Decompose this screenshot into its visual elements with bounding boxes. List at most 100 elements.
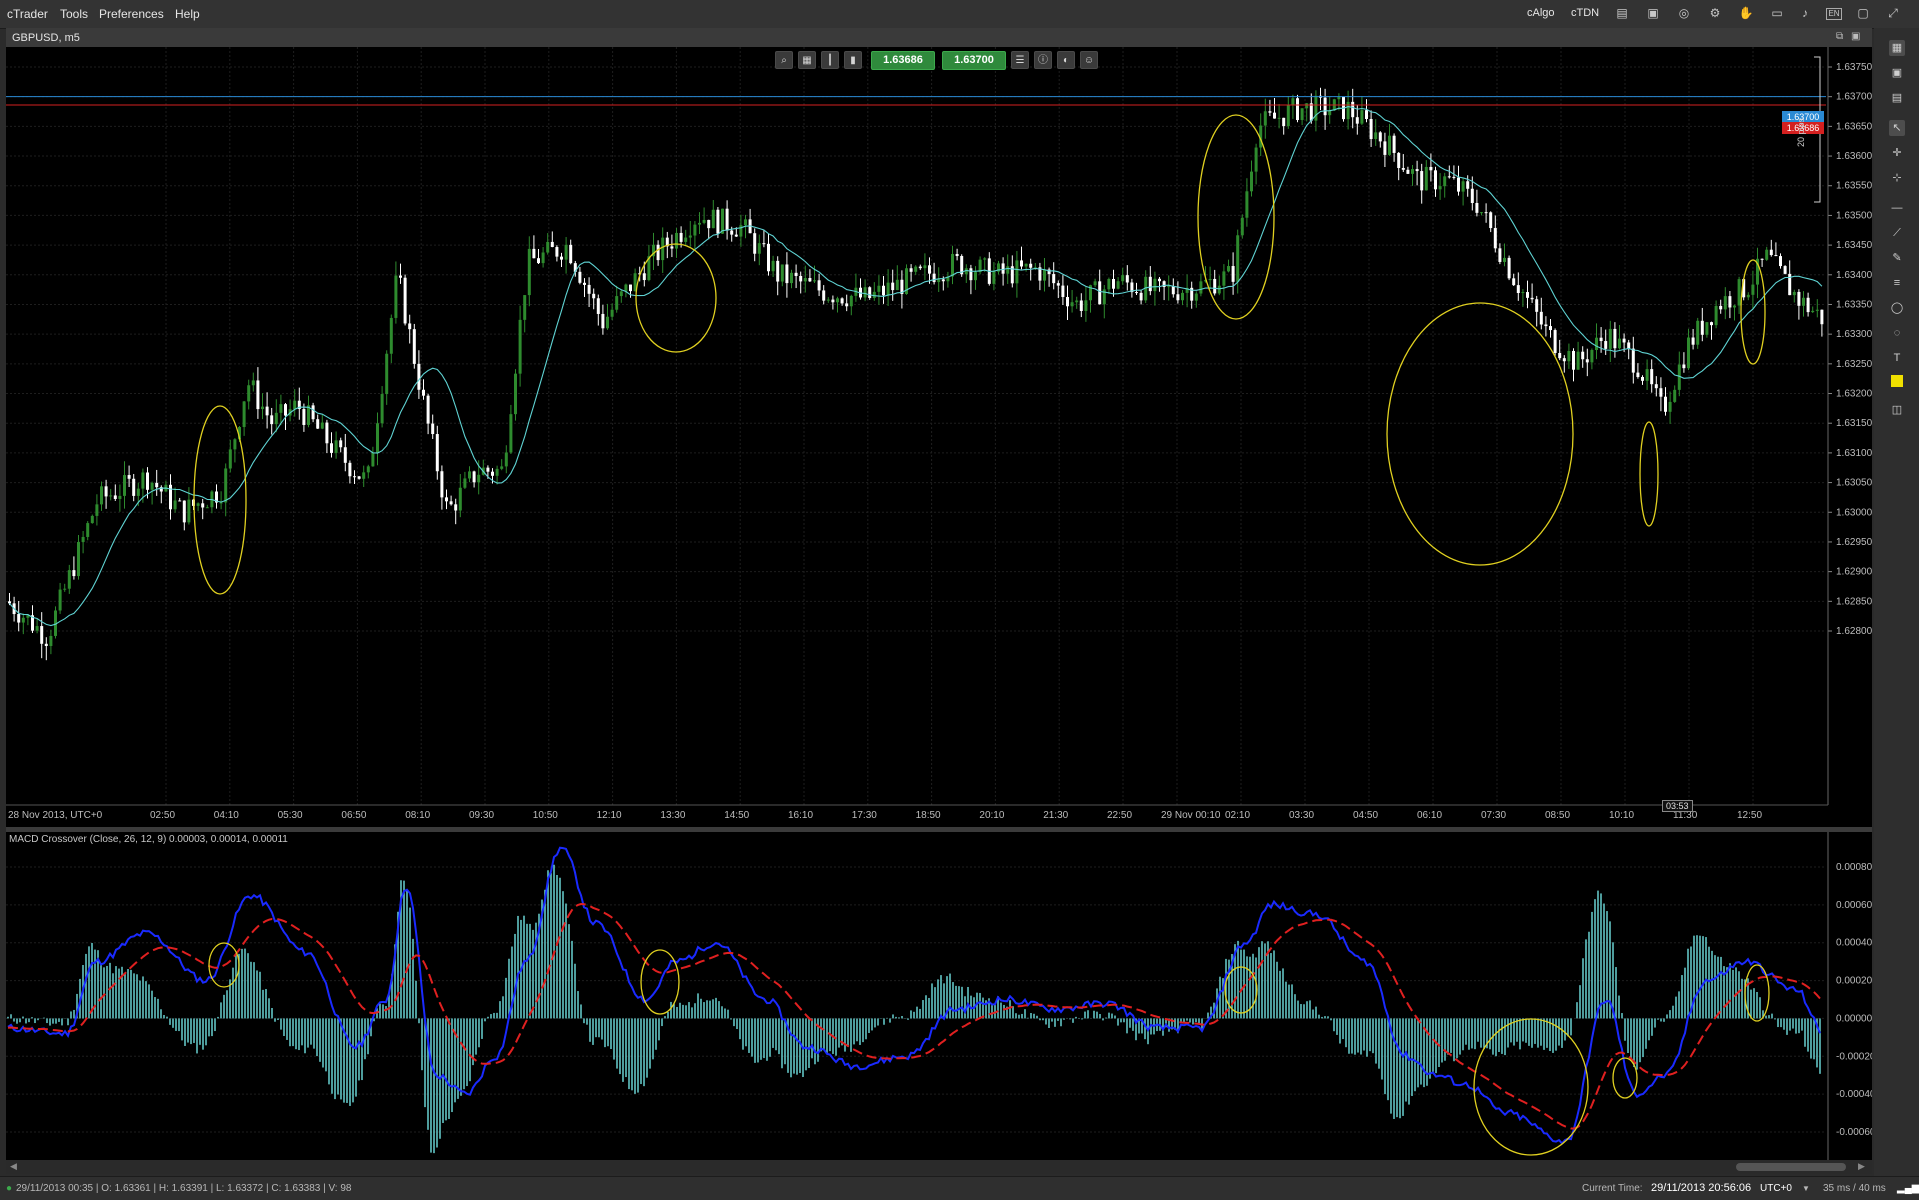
- scroll-thumb[interactable]: [1736, 1163, 1846, 1171]
- buy-button[interactable]: 1.63700: [942, 51, 1006, 70]
- candle-body: [1296, 98, 1299, 121]
- candle-body: [730, 230, 734, 235]
- sentiment-icon[interactable]: ◐: [1057, 51, 1075, 69]
- horizontal-line-icon[interactable]: —: [1889, 200, 1905, 216]
- journal-icon[interactable]: ▤: [1614, 5, 1630, 21]
- single-layout-icon[interactable]: ▣: [1889, 65, 1905, 81]
- candle-body: [440, 471, 444, 498]
- ohlc-readout: 29/11/2013 00:35 | O: 1.63361 | H: 1.633…: [16, 1183, 352, 1194]
- camera-icon[interactable]: ▭: [1769, 5, 1785, 21]
- candle-body: [1526, 292, 1529, 298]
- candle-body: [330, 443, 333, 453]
- candle-body: [1779, 256, 1782, 267]
- chart-type-icon[interactable]: ▦: [798, 51, 816, 69]
- candle-body: [1700, 320, 1704, 335]
- menu-tools[interactable]: Tools: [60, 7, 88, 21]
- chart-maximize-icon[interactable]: ▣: [1851, 31, 1860, 42]
- settings-icon[interactable]: ⚙: [1707, 5, 1723, 21]
- tutorial-icon[interactable]: ◎: [1676, 5, 1692, 21]
- fullscreen-icon[interactable]: ▢: [1855, 5, 1871, 21]
- scroll-right-icon[interactable]: ▶: [1858, 1161, 1865, 1172]
- list-icon[interactable]: ☰: [1011, 51, 1029, 69]
- menu-help[interactable]: Help: [175, 7, 200, 21]
- price-chart[interactable]: 1.63750 1.63700 1.63650 1.63600 1.63550 1.635…: [6, 47, 1872, 827]
- time-tick: 05:30: [278, 810, 303, 821]
- candle-body: [734, 234, 738, 237]
- color-swatch[interactable]: [1891, 375, 1903, 387]
- user-icon[interactable]: ☺: [1080, 51, 1098, 69]
- hand-icon[interactable]: ✋: [1738, 5, 1754, 21]
- calgo-link[interactable]: cAlgo: [1527, 7, 1555, 19]
- candle-type-icon[interactable]: ▮: [844, 51, 862, 69]
- price-tick: 1.63700: [1836, 92, 1872, 103]
- candle-body: [1567, 350, 1571, 362]
- price-tick: 1.63000: [1836, 507, 1872, 518]
- candle-body: [1282, 117, 1286, 127]
- candle-body: [242, 401, 246, 427]
- macd-canvas: 0.00080 0.00060 0.00040 0.00020 0.00000 -0.00…: [6, 832, 1876, 1160]
- trend-line-icon[interactable]: ⟋: [1889, 225, 1905, 241]
- candle-body: [256, 380, 260, 410]
- layout-grid-icon[interactable]: ▦: [1889, 40, 1905, 56]
- candle-body: [1627, 342, 1631, 349]
- candle-body: [284, 404, 287, 416]
- info-icon[interactable]: ⓘ: [1034, 51, 1052, 69]
- candle-body: [872, 291, 876, 299]
- candle-body: [1438, 186, 1442, 190]
- candle-body: [146, 472, 149, 490]
- cycles-icon[interactable]: ◌: [1889, 325, 1905, 341]
- sell-button[interactable]: 1.63686: [871, 51, 935, 70]
- candle-body: [596, 298, 600, 314]
- ctdn-link[interactable]: cTDN: [1571, 7, 1599, 19]
- calendar-icon[interactable]: ▣: [1645, 5, 1661, 21]
- detach-icon[interactable]: ⤢: [1885, 5, 1901, 21]
- price-tick: 1.63150: [1836, 418, 1872, 429]
- candle-body: [1806, 297, 1810, 313]
- time-tick: 02:50: [150, 810, 175, 821]
- text-icon[interactable]: T: [1889, 350, 1905, 366]
- candle-body: [610, 309, 614, 317]
- cursor-icon[interactable]: ↖: [1889, 120, 1905, 136]
- candle-body: [1181, 292, 1184, 301]
- candle-body: [1604, 341, 1608, 349]
- candle-body: [932, 273, 936, 283]
- pen-icon[interactable]: ✎: [1889, 250, 1905, 266]
- price-tick: 1.63650: [1836, 121, 1872, 132]
- candle-body: [150, 482, 154, 490]
- candle-body: [1167, 286, 1171, 288]
- candle-body: [187, 499, 191, 523]
- measure-icon[interactable]: ⊹: [1889, 170, 1905, 186]
- candle-body: [123, 475, 126, 496]
- zoom-icon[interactable]: ⌕: [775, 51, 793, 69]
- candle-body: [537, 258, 540, 264]
- candle-body: [532, 248, 536, 259]
- screenshot-icon[interactable]: ◫: [1889, 402, 1905, 418]
- chart-detach-icon[interactable]: ⧉: [1836, 31, 1843, 42]
- language-button[interactable]: EN: [1826, 8, 1842, 20]
- macd-tick: 0.00020: [1836, 976, 1872, 987]
- split-layout-icon[interactable]: ▤: [1889, 90, 1905, 106]
- candle-body: [592, 293, 596, 299]
- candle-body: [1029, 263, 1033, 268]
- candle-body: [799, 275, 803, 282]
- crosshair-icon[interactable]: ✛: [1889, 145, 1905, 161]
- time-tick: 02:10: [1225, 810, 1250, 821]
- menu-ctrader[interactable]: cTrader: [7, 7, 48, 21]
- fibonacci-icon[interactable]: ≡: [1889, 275, 1905, 291]
- candle-body: [1001, 263, 1005, 274]
- candle-body: [1668, 401, 1672, 412]
- macd-panel[interactable]: 0.00080 0.00060 0.00040 0.00020 0.00000 -0.00…: [6, 832, 1876, 1160]
- scroll-left-icon[interactable]: ◀: [10, 1161, 17, 1172]
- ellipse-icon[interactable]: ◯: [1889, 300, 1905, 316]
- sound-icon[interactable]: ♪: [1797, 5, 1813, 21]
- candle-body: [1355, 117, 1359, 124]
- timezone-select[interactable]: UTC+0: [1760, 1183, 1792, 1194]
- horizontal-scrollbar[interactable]: ◀ ▶: [6, 1160, 1872, 1174]
- candle-body: [1107, 278, 1111, 290]
- candle-body: [1434, 170, 1437, 190]
- candle-body: [1480, 212, 1483, 214]
- bar-type-icon[interactable]: ┃: [821, 51, 839, 69]
- menu-preferences[interactable]: Preferences: [99, 7, 164, 21]
- candle-body: [992, 271, 996, 284]
- chevron-down-icon[interactable]: ▼: [1802, 1184, 1810, 1193]
